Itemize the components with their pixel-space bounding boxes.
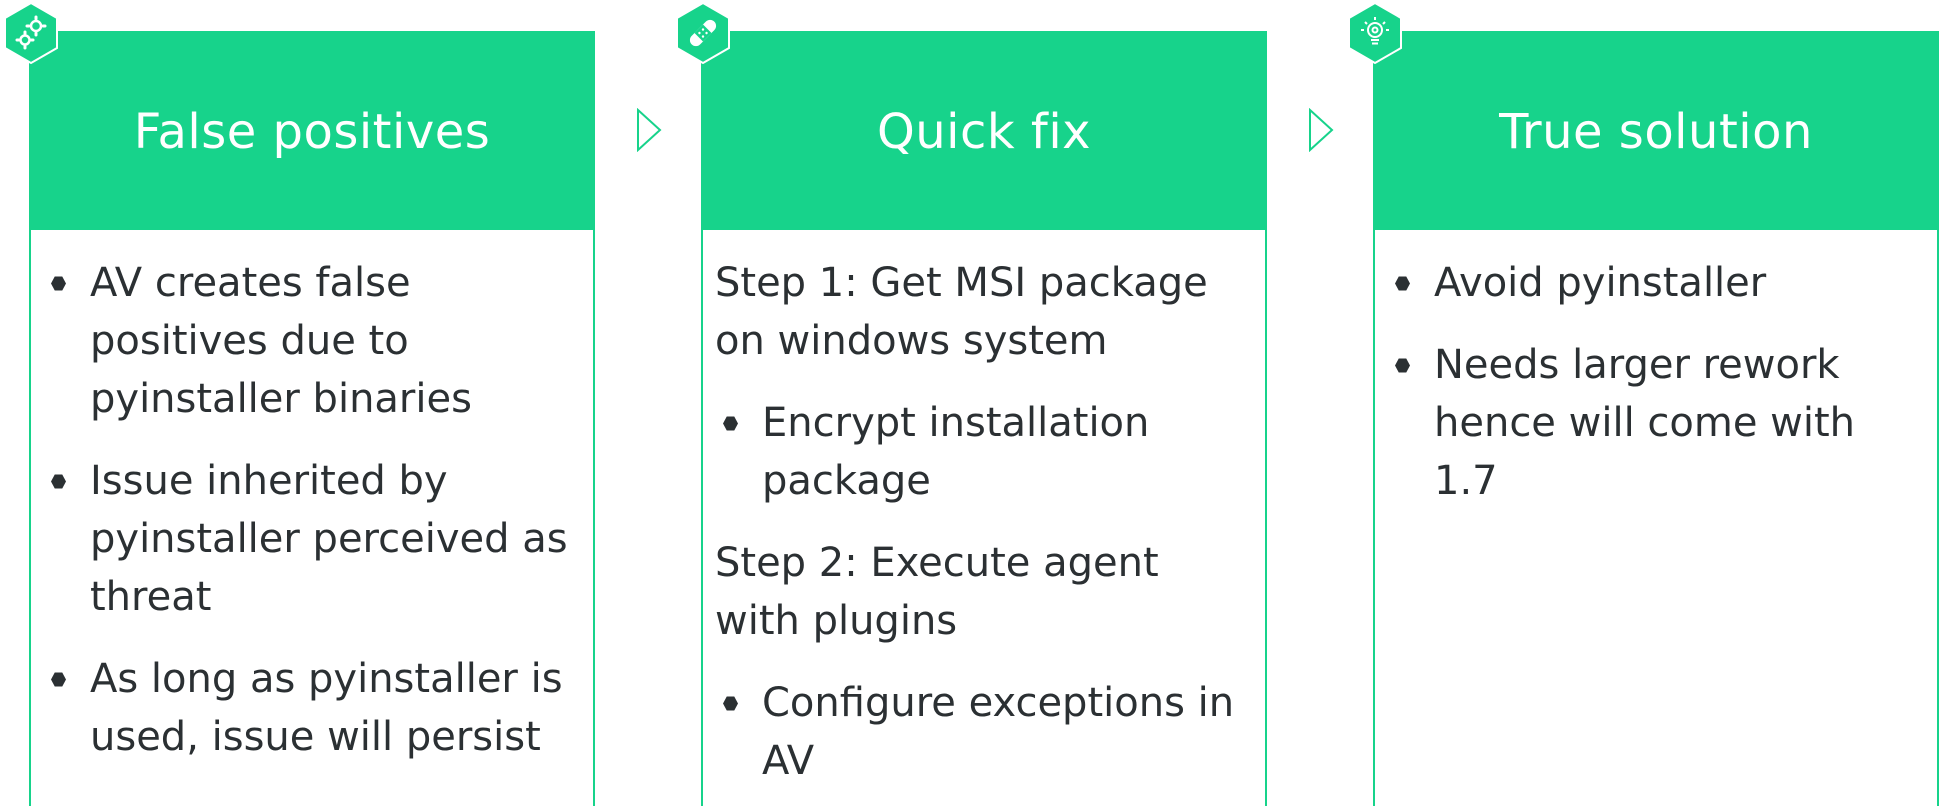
hexagon-bullet-icon [1395, 276, 1410, 291]
step-label: Step 2: Execute agent with plugins [715, 540, 1159, 644]
panel-true-solution: True solution Avoid pyinstaller Needs la… [1373, 31, 1939, 806]
list-item-text: As long as pyinstaller is used, issue wi… [90, 656, 563, 760]
panel-body: AV creates false positives due to pyinst… [31, 230, 593, 766]
list-item: As long as pyinstaller is used, issue wi… [43, 650, 581, 766]
chevron-right-icon [637, 108, 662, 152]
list-item: Encrypt installation package [715, 394, 1253, 510]
panel-false-positives: False positives AV creates false positiv… [29, 31, 595, 806]
list-item: AV creates false positives due to pyinst… [43, 254, 581, 428]
chevron-right-icon [1309, 108, 1334, 152]
lightbulb-icon [1348, 2, 1402, 64]
bandage-icon [676, 2, 730, 64]
panel-header: False positives [31, 33, 593, 230]
panel-body: Step 1: Get MSI package on windows syste… [703, 230, 1265, 790]
list-item-text: Configure exceptions in AV [762, 680, 1235, 784]
list-item: Issue inherited by pyinstaller perceived… [43, 452, 581, 626]
panel-header: True solution [1375, 33, 1937, 230]
hexagon-bullet-icon [51, 276, 66, 291]
list-item-text: Avoid pyinstaller [1434, 260, 1767, 306]
list-item: Configure exceptions in AV [715, 674, 1253, 790]
panel-quick-fix: Quick fix Step 1: Get MSI package on win… [701, 31, 1267, 806]
hexagon-bullet-icon [723, 416, 738, 431]
list-item: Needs larger rework hence will come with… [1387, 336, 1925, 510]
list-item-text: Issue inherited by pyinstaller perceived… [90, 458, 568, 620]
gears-icon [4, 2, 58, 64]
panel-title: Quick fix [876, 103, 1092, 160]
hexagon-bullet-icon [51, 474, 66, 489]
hexagon-bullet-icon [723, 696, 738, 711]
hexagon-bullet-icon [51, 672, 66, 687]
list-item-text: AV creates false positives due to pyinst… [90, 260, 472, 422]
list-item: Avoid pyinstaller [1387, 254, 1925, 312]
panel-title: False positives [133, 103, 491, 160]
list-item-text: Needs larger rework hence will come with… [1434, 342, 1856, 504]
list-item-text: Encrypt installation package [762, 400, 1150, 504]
step-label: Step 1: Get MSI package on windows syste… [715, 260, 1208, 364]
panel-header: Quick fix [703, 33, 1265, 230]
panel-body: Avoid pyinstaller Needs larger rework he… [1375, 230, 1937, 510]
hexagon-bullet-icon [1395, 358, 1410, 373]
panel-title: True solution [1499, 103, 1813, 160]
